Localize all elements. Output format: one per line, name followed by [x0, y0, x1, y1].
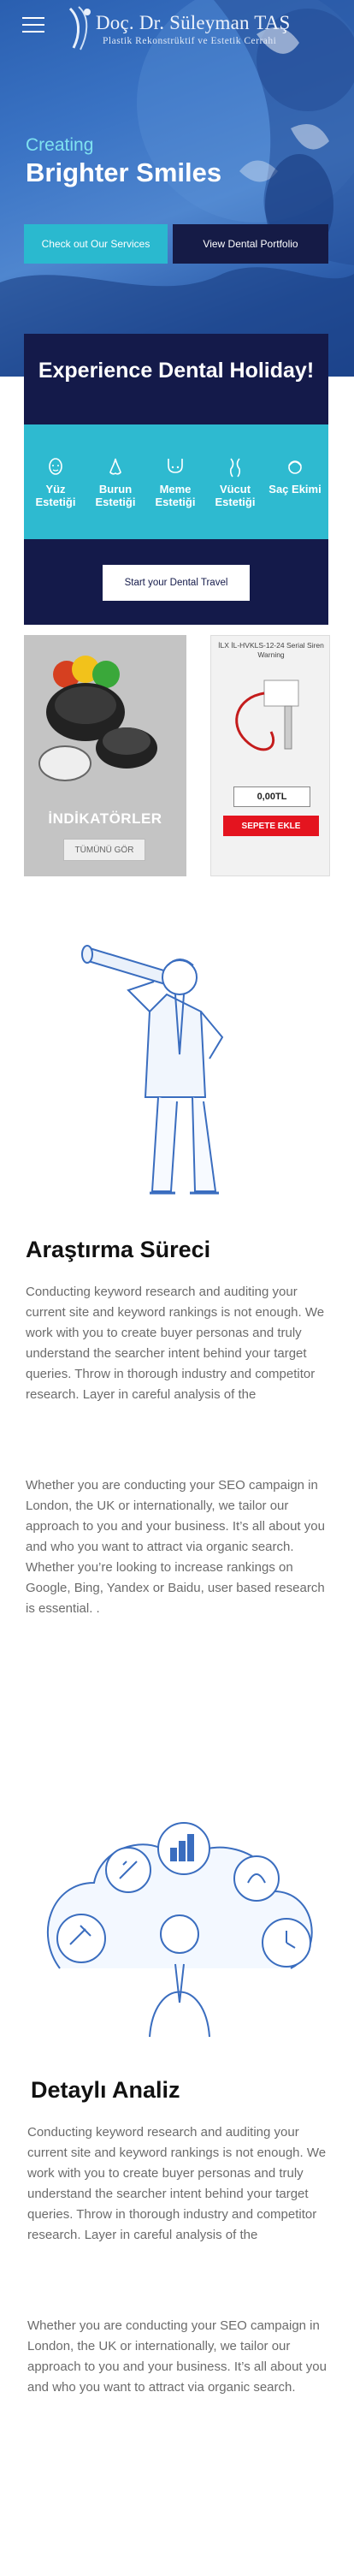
service-item-sac[interactable]: Saç Ekimi [267, 457, 323, 496]
dental-travel-button[interactable]: Start your Dental Travel [103, 565, 250, 601]
service-label: Yüz Estetiği [35, 483, 76, 508]
hero-tagline-small: Creating [26, 135, 94, 155]
service-item-meme[interactable]: Meme Estetiği [147, 457, 204, 508]
indicator-lights-image [38, 656, 157, 781]
view-all-button[interactable]: TÜMÜNÜ GÖR [63, 839, 145, 861]
service-label: Saç Ekimi [268, 483, 322, 496]
service-label: Vücut Estetiği [215, 483, 256, 508]
add-to-cart-button[interactable]: SEPETE EKLE [223, 816, 319, 836]
section-research-para1: Conducting keyword research and auditing… [26, 1285, 325, 1402]
services-strip: Yüz Estetiği Burun Estetiği Meme Estetiğ… [24, 424, 328, 539]
site-logo[interactable]: Doç. Dr. Süleyman TAŞ Plastik Rekonstrük… [62, 3, 310, 51]
face-icon [49, 458, 62, 475]
hero-banner: Doç. Dr. Süleyman TAŞ Plastik Rekonstrük… [0, 0, 354, 377]
product-card-siren[interactable]: İLX İL-HVKLS-12-24 Serial Siren Warning … [210, 635, 330, 876]
section-title-analysis: Detaylı Analiz [31, 2077, 180, 2103]
holiday-header: Experience Dental Holiday! [24, 334, 328, 424]
holiday-title: Experience Dental Holiday! [38, 359, 315, 383]
breast-icon [168, 459, 183, 473]
service-item-vucut[interactable]: Vücut Estetiği [207, 457, 263, 508]
service-item-yuz[interactable]: Yüz Estetiği [27, 457, 84, 508]
service-item-burun[interactable]: Burun Estetiği [87, 457, 144, 508]
service-label: Burun Estetiği [95, 483, 136, 508]
portfolio-button[interactable]: View Dental Portfolio [173, 224, 328, 264]
indicator-product-banner[interactable]: İNDİKATÖRLER TÜMÜNÜ GÖR [24, 635, 186, 876]
indicator-label: İNDİKATÖRLER [48, 810, 162, 827]
nose-icon [109, 458, 121, 475]
menu-icon[interactable] [22, 17, 44, 34]
hair-icon [288, 460, 302, 474]
section-research-para2: Whether you are conducting your SEO camp… [26, 1478, 325, 1616]
logo-emblem-icon [68, 6, 91, 50]
section-analysis-para2: Whether you are conducting your SEO camp… [27, 2318, 327, 2395]
section-title-research: Araştırma Süreci [26, 1237, 211, 1262]
dental-holiday-card: Experience Dental Holiday! Yüz Estetiği … [24, 334, 328, 625]
logo-subtitle: Plastik Rekonstrüktif ve Estetik Cerrahi [103, 36, 277, 46]
analysis-illustration [46, 1822, 313, 2038]
hero-tagline-big: Brighter Smiles [26, 157, 222, 187]
body-icon [229, 458, 241, 478]
page: Doç. Dr. Süleyman TAŞ Plastik Rekonstrük… [0, 0, 354, 2576]
services-button[interactable]: Check out Our Services [24, 224, 168, 264]
siren-product-image [235, 680, 299, 751]
product-price: 0,00TL [233, 786, 310, 807]
telescope-man-illustration [81, 945, 224, 1195]
logo-name: Doç. Dr. Süleyman TAŞ [96, 12, 291, 33]
product-name: İLX İL-HVKLS-12-24 Serial Siren Warning [218, 641, 324, 659]
hero-decor-illustration [0, 0, 354, 377]
service-label: Meme Estetiği [155, 483, 196, 508]
holiday-footer: Start your Dental Travel [24, 539, 328, 625]
section-analysis-para1: Conducting keyword research and auditing… [27, 2125, 327, 2242]
